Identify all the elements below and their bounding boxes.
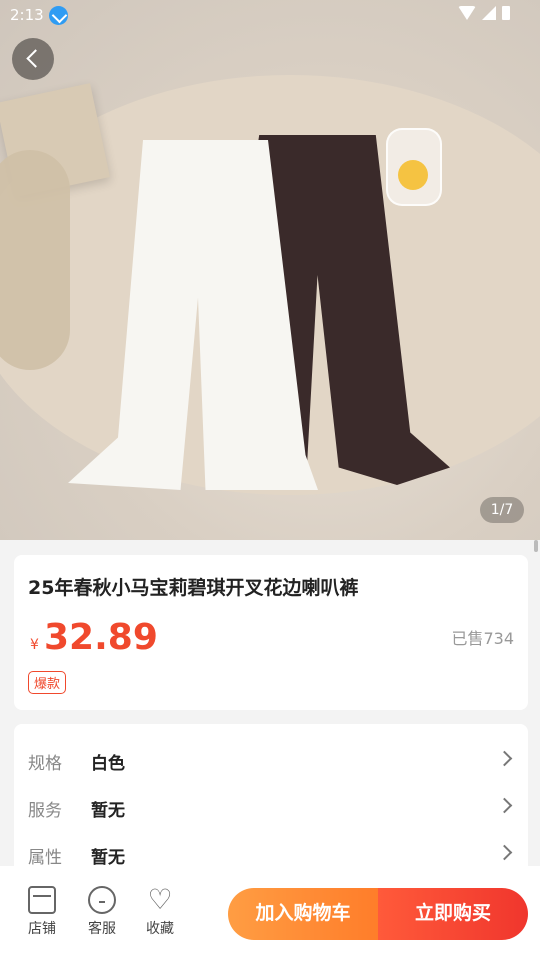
chevron-right-icon [496, 797, 513, 814]
status-bar: 2:13 [0, 0, 540, 30]
heart-icon: ♡ [147, 883, 173, 916]
customer-service-button[interactable]: 客服 [74, 886, 130, 938]
product-price: 32.89 [44, 617, 158, 658]
chevron-right-icon [496, 844, 513, 861]
store-label: 店铺 [28, 921, 56, 937]
product-title: 25年春秋小马宝莉碧琪开叉花边喇叭裤 [28, 577, 359, 599]
headset-icon [88, 886, 116, 914]
chevron-right-icon [496, 750, 513, 767]
add-to-cart-button[interactable]: 加入购物车 [228, 888, 378, 940]
spec-value: 暂无 [91, 801, 125, 821]
sold-count: 已售734 [451, 629, 514, 648]
image-page-indicator: 1/7 [480, 497, 524, 523]
store-icon [28, 886, 56, 914]
doll-prop-image [0, 150, 70, 370]
spec-value: 白色 [91, 754, 125, 774]
battery-icon [502, 6, 510, 20]
signal-icon [482, 6, 496, 20]
spec-row-service[interactable]: 服务 暂无 [14, 786, 528, 826]
jar-prop-image [386, 128, 442, 206]
buy-now-button[interactable]: 立即购买 [378, 888, 528, 940]
status-icons [458, 6, 510, 20]
bottom-action-bar: 店铺 客服 ♡ 收藏 加入购物车 立即购买 [0, 866, 540, 960]
product-info-card: 25年春秋小马宝莉碧琪开叉花边喇叭裤 ¥ 32.89 已售734 爆款 [14, 555, 528, 710]
spec-card: 规格 白色 服务 暂无 属性 暂无 [14, 724, 528, 874]
store-button[interactable]: 店铺 [14, 886, 70, 938]
scrollbar[interactable] [534, 540, 538, 552]
hot-badge: 爆款 [28, 671, 67, 694]
download-icon [49, 6, 68, 25]
spec-row-size[interactable]: 规格 白色 [14, 739, 528, 779]
back-button[interactable] [12, 38, 54, 80]
spec-value: 暂无 [91, 848, 125, 868]
status-time: 2:13 [10, 6, 44, 24]
wifi-icon [458, 6, 476, 20]
favorite-label: 收藏 [146, 921, 174, 937]
currency-symbol: ¥ [30, 637, 39, 653]
spec-label: 属性 [28, 848, 62, 868]
product-image-carousel[interactable]: 1/7 [0, 0, 540, 540]
service-label: 客服 [88, 921, 116, 937]
favorite-button[interactable]: ♡ 收藏 [132, 886, 188, 938]
spec-label: 规格 [28, 754, 62, 774]
spec-label: 服务 [28, 801, 62, 821]
